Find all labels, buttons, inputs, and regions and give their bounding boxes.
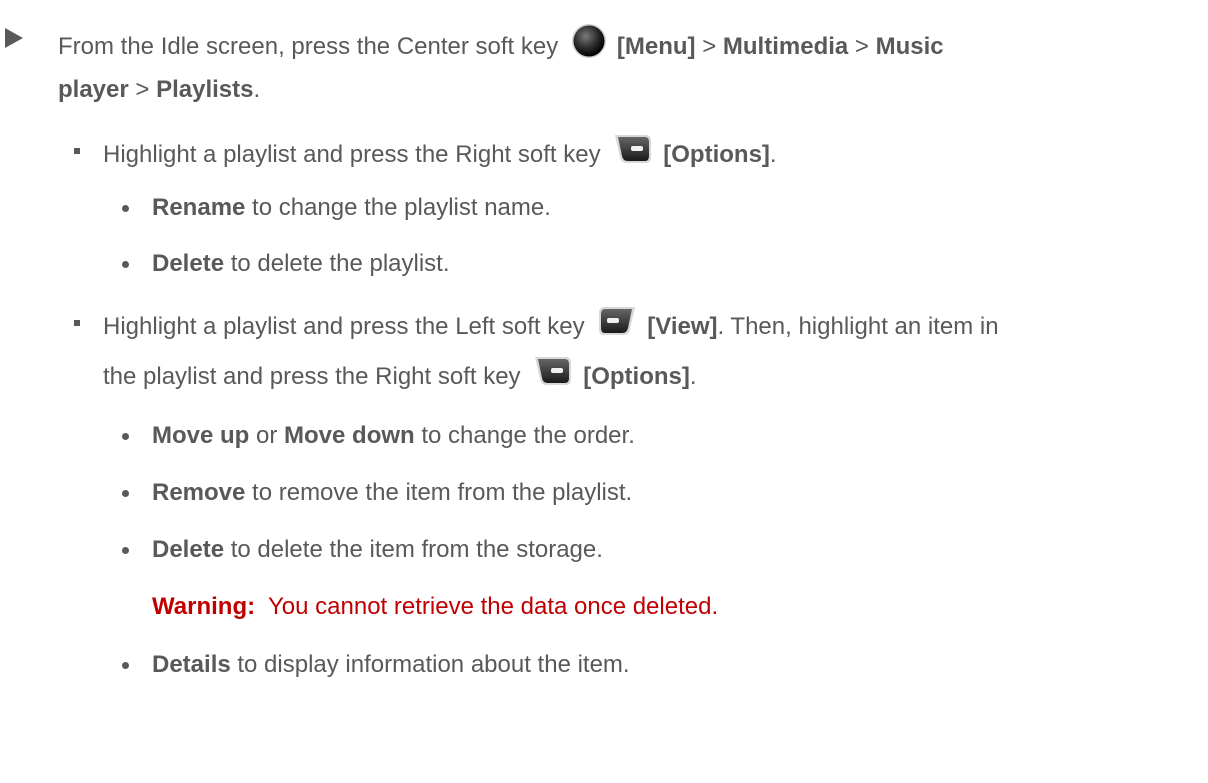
warning-label: Warning: xyxy=(152,593,256,620)
intro-line-2: player > Playlists. xyxy=(58,76,260,104)
dot-bullet-icon xyxy=(122,547,129,554)
period: . xyxy=(253,76,261,103)
item-text: to change the order. xyxy=(414,422,635,449)
right-soft-key-icon xyxy=(613,133,653,172)
rename-label: Rename xyxy=(152,194,246,221)
bullet2-line-1: Highlight a playlist and press the Left … xyxy=(103,307,999,340)
view-label: [View] xyxy=(647,312,718,340)
center-soft-key-icon xyxy=(571,23,607,66)
item-text: to display information about the item. xyxy=(230,651,630,678)
bullet2-text: Highlight a playlist and press the Left … xyxy=(103,312,585,340)
multimedia-label: Multimedia xyxy=(722,32,849,60)
right-soft-key-icon xyxy=(533,355,573,394)
delete-label: Delete xyxy=(152,250,225,277)
list-item: Remove to remove the item from the playl… xyxy=(152,479,632,507)
period: . xyxy=(689,362,697,390)
warning: Warning: You cannot retrieve the data on… xyxy=(152,593,718,621)
list-item: Rename to change the playlist name. xyxy=(152,194,551,222)
details-label: Details xyxy=(152,651,231,678)
intro-line-1: From the Idle screen, press the Center s… xyxy=(58,24,944,60)
left-soft-key-icon xyxy=(597,305,637,344)
dot-bullet-icon xyxy=(122,662,129,669)
player-label: player xyxy=(58,76,129,103)
list-item: Details to display information about the… xyxy=(152,651,630,679)
separator: > xyxy=(702,32,717,60)
menu-label: [Menu] xyxy=(616,32,696,60)
move-up-label: Move up xyxy=(152,422,250,449)
bullet1-line: Highlight a playlist and press the Right… xyxy=(103,135,777,168)
list-item: Move up or Move down to change the order… xyxy=(152,422,635,450)
list-item: Delete to delete the playlist. xyxy=(152,250,450,278)
intro-text: From the Idle screen, press the Center s… xyxy=(58,32,559,60)
item-text: or xyxy=(249,422,285,449)
item-text: to delete the item from the storage. xyxy=(224,536,603,563)
delete-label: Delete xyxy=(152,536,225,563)
warning-text: You cannot retrieve the data once delete… xyxy=(268,593,719,620)
bullet1-text: Highlight a playlist and press the Right… xyxy=(103,140,601,168)
dot-bullet-icon xyxy=(122,433,129,440)
item-text: to remove the item from the playlist. xyxy=(245,479,633,506)
options-label: [Options] xyxy=(583,362,690,390)
square-bullet-icon xyxy=(74,148,80,154)
remove-label: Remove xyxy=(152,479,246,506)
playlists-label: Playlists xyxy=(156,76,254,103)
item-text: to delete the playlist. xyxy=(224,250,450,277)
separator: > xyxy=(854,32,869,60)
period: . xyxy=(769,140,777,168)
options-label: [Options] xyxy=(663,140,770,168)
bullet2-text-2: . Then, highlight an item in xyxy=(717,312,999,340)
bullet2-text-3: the playlist and press the Right soft ke… xyxy=(103,362,521,390)
list-item: Delete to delete the item from the stora… xyxy=(152,536,603,564)
music-label: Music xyxy=(875,32,944,60)
dot-bullet-icon xyxy=(122,490,129,497)
separator: > xyxy=(135,76,150,103)
move-down-label: Move down xyxy=(284,422,415,449)
square-bullet-icon xyxy=(74,320,80,326)
dot-bullet-icon xyxy=(122,261,129,268)
bullet2-line-2: the playlist and press the Right soft ke… xyxy=(103,357,697,390)
dot-bullet-icon xyxy=(122,205,129,212)
item-text: to change the playlist name. xyxy=(245,194,551,221)
